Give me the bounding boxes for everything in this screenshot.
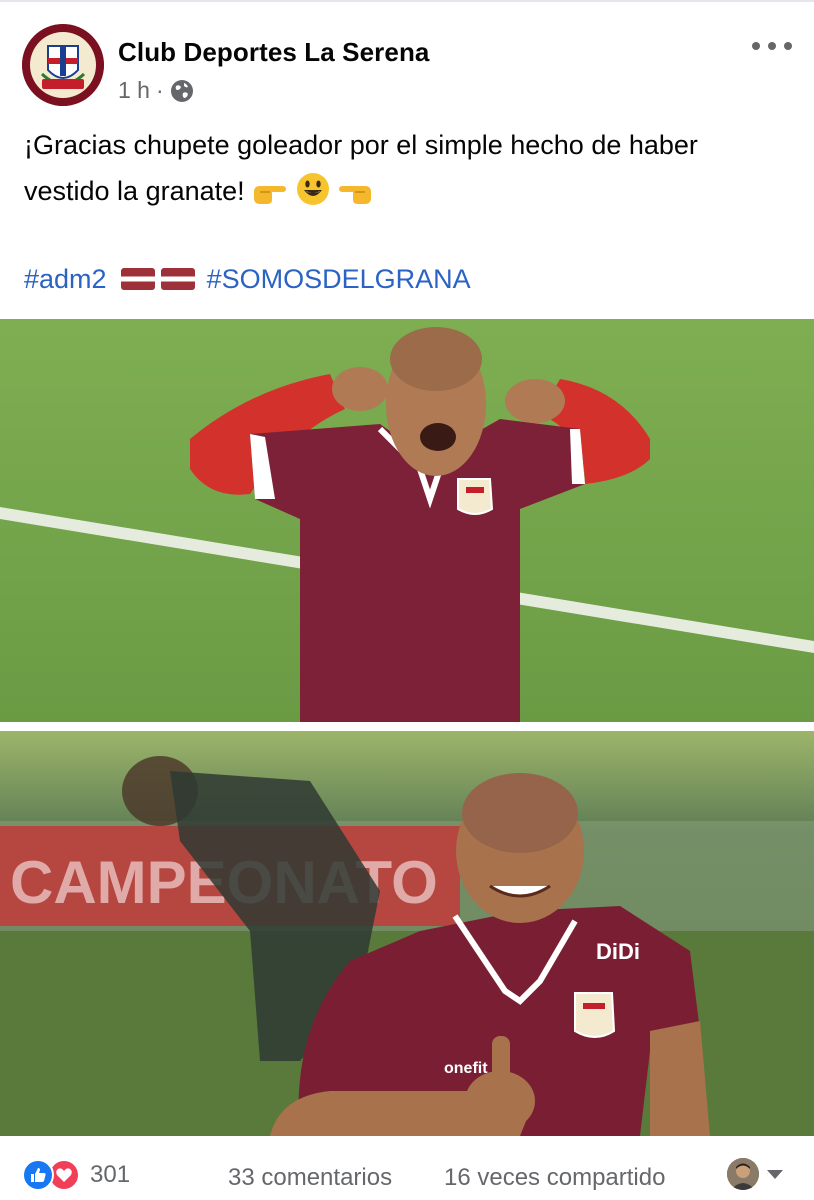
chevron-down-icon bbox=[767, 1169, 783, 1179]
viewer-avatar bbox=[727, 1158, 759, 1190]
post-text: ¡Gracias chupete goleador por el simple … bbox=[24, 122, 794, 220]
brand-text: onefit bbox=[444, 1060, 488, 1077]
comments-count[interactable]: 33 comentarios bbox=[228, 1164, 392, 1192]
post-text-line2-wrap: vestido la granate! bbox=[24, 168, 794, 220]
point-right-emoji bbox=[252, 174, 288, 220]
page-avatar[interactable] bbox=[22, 24, 104, 106]
post-time[interactable]: 1 h bbox=[118, 77, 150, 104]
point-left-emoji bbox=[337, 174, 373, 220]
meta-separator: · bbox=[155, 77, 164, 103]
hashtags: #adm2 #SOMOSDELGRANA bbox=[24, 259, 471, 299]
sponsor-text: DiDi bbox=[596, 939, 640, 964]
post-photo-2[interactable]: CAMPEONATO DiDi onefit bbox=[0, 731, 814, 1136]
globe-icon bbox=[170, 79, 194, 103]
reactions-summary[interactable]: 301 bbox=[22, 1159, 130, 1191]
like-icon bbox=[22, 1159, 54, 1191]
viewer-selector[interactable] bbox=[727, 1158, 783, 1190]
post-text-line2: vestido la granate! bbox=[24, 176, 245, 206]
hashtag-somosdelgrana[interactable]: #SOMOSDELGRANA bbox=[207, 259, 471, 299]
reaction-count: 301 bbox=[90, 1161, 131, 1188]
shares-count[interactable]: 16 veces compartido bbox=[444, 1164, 665, 1192]
more-options-icon[interactable] bbox=[752, 36, 792, 56]
post-photo-1[interactable] bbox=[0, 319, 814, 722]
post-footer: 301 33 comentarios 16 veces compartido bbox=[0, 1146, 814, 1200]
post-header: Club Deportes La Serena 1 h · bbox=[0, 0, 814, 120]
latvia-flag bbox=[160, 268, 195, 290]
smiley-emoji bbox=[296, 172, 330, 220]
post-text-line1: ¡Gracias chupete goleador por el simple … bbox=[24, 130, 698, 160]
post-meta: 1 h · bbox=[118, 77, 194, 104]
latvia-flag bbox=[120, 268, 155, 290]
photo-gap bbox=[0, 722, 814, 731]
page-name[interactable]: Club Deportes La Serena bbox=[118, 37, 430, 68]
hashtag-adm2[interactable]: #adm2 bbox=[24, 259, 107, 299]
